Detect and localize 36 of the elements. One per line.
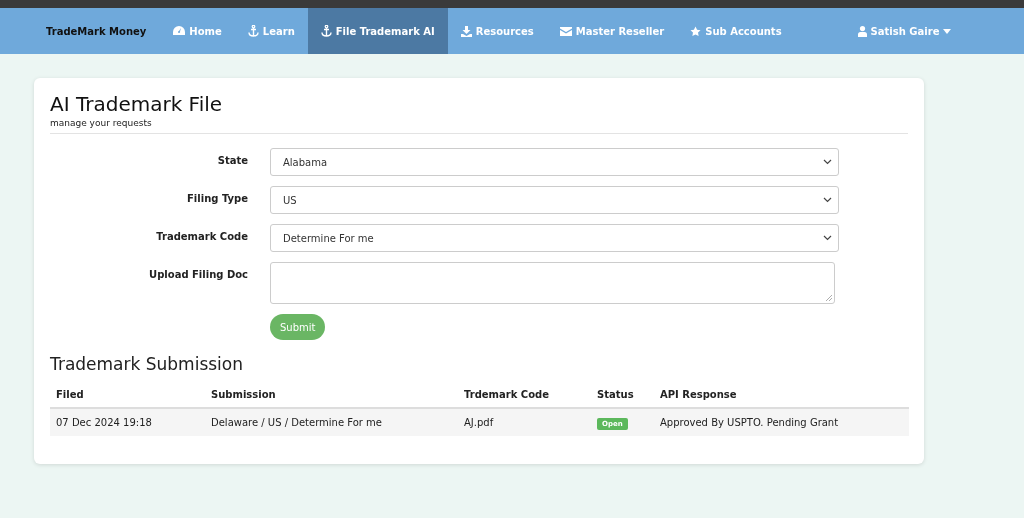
nav-tab[interactable]: Learn: [234, 8, 308, 54]
nav-tab[interactable]: Resources: [447, 8, 547, 54]
table-cell: AJ.pdf: [458, 408, 591, 436]
table-cell: Delaware / US / Determine For me: [205, 408, 458, 436]
nav-tab[interactable]: Master Reseller: [546, 8, 678, 54]
nav-tab[interactable]: Home: [160, 8, 235, 54]
user-menu[interactable]: Satish Gaire: [844, 8, 965, 54]
table-cell: Approved By USPTO. Pending Grant: [654, 408, 909, 436]
field-label: Upload Filing Doc: [148, 268, 248, 280]
textarea-field[interactable]: [270, 262, 835, 304]
download-icon: [460, 25, 472, 37]
nav-tab[interactable]: File Trademark AI: [307, 8, 448, 54]
submit-button[interactable]: Submit: [270, 314, 326, 340]
brand-name[interactable]: TradeMark Money: [46, 8, 147, 54]
page-subtitle: manage your requests: [50, 118, 153, 128]
anchor-icon: [247, 25, 259, 37]
select-field[interactable]: Alabama: [270, 148, 839, 176]
chevron-icon: [823, 197, 832, 203]
field-label: Trademark Code: [155, 230, 248, 242]
star-icon: [690, 25, 702, 37]
envelope-icon: [559, 26, 572, 36]
field-label: Filing Type: [186, 192, 248, 204]
anchor-icon: [320, 25, 332, 37]
field-label: State: [216, 154, 248, 166]
dashboard-icon: [173, 26, 186, 36]
page-title: AI Trademark File: [50, 92, 224, 116]
select-field[interactable]: US: [270, 186, 839, 214]
chevron-icon: [823, 159, 832, 165]
nav-tab[interactable]: Sub Accounts: [677, 8, 795, 54]
caret-icon: [943, 28, 952, 34]
chevron-icon: [823, 235, 832, 241]
table-cell: 07 Dec 2024 19:18: [50, 408, 205, 436]
user-icon: [857, 25, 867, 37]
resize-handle-icon: [826, 295, 832, 301]
select-field[interactable]: Determine For me: [270, 224, 839, 252]
section-title: Trademark Submission: [50, 354, 244, 374]
